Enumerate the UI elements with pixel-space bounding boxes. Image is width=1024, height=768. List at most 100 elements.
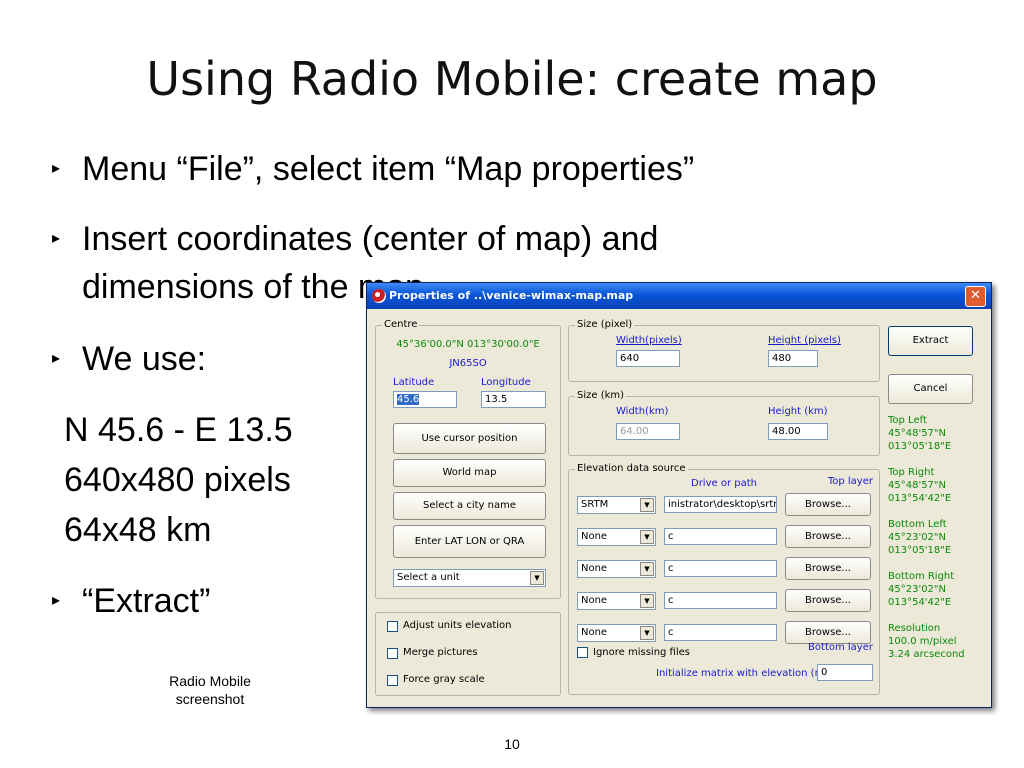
browse-button[interactable]: Browse... (785, 557, 871, 580)
height-pixels-label: Height (pixels) (768, 335, 841, 346)
latitude-input[interactable]: 45.6 (393, 391, 457, 408)
size-km-group: Size (km) Width(km) Height (km) 64.00 48… (568, 390, 880, 456)
corner-label: Bottom Right (888, 571, 955, 582)
resolution-info: Resolution 100.0 m/pixel 3.24 arcsecond (888, 622, 965, 661)
bullet-menu-file: ▸ Menu “File”, select item “Map properti… (52, 146, 695, 192)
width-pixels-input[interactable]: 640 (616, 350, 680, 367)
ignore-missing-files-checkbox[interactable] (577, 647, 588, 658)
corner-label: Bottom Left (888, 519, 947, 530)
select-unit-value: Select a unit (397, 572, 460, 583)
ignore-missing-files-label: Ignore missing files (593, 647, 690, 658)
elevation-source-dropdown[interactable]: None ▼ (577, 560, 656, 578)
browse-button[interactable]: Browse... (785, 525, 871, 548)
elevation-path-input[interactable]: c (664, 592, 777, 609)
elevation-path-input[interactable]: c (664, 624, 777, 641)
size-pixel-group: Size (pixel) Width(pixels) Height (pixel… (568, 319, 880, 382)
value-pixels: 640x480 pixels (64, 461, 291, 499)
bullet-marker-icon: ▸ (52, 592, 61, 609)
resolution-meters: 100.0 m/pixel (888, 636, 957, 647)
select-unit-dropdown[interactable]: Select a unit ▼ (393, 569, 546, 587)
corner-lon: 013°05'18"E (888, 441, 952, 452)
bullet-text: Menu “File”, select item “Map properties… (82, 150, 695, 188)
bottom-left-corner-info: Bottom Left 45°23'02"N 013°05'18"E (888, 518, 951, 557)
bullet-text: Insert coordinates (center of map) and (82, 220, 659, 258)
adjust-units-elevation-checkbox[interactable] (387, 621, 398, 632)
bullet-text: “Extract” (82, 582, 211, 620)
browse-button[interactable]: Browse... (785, 621, 871, 644)
corner-lat: 45°48'57"N (888, 428, 947, 439)
screenshot-caption: Radio Mobile screenshot (150, 672, 270, 708)
browse-button[interactable]: Browse... (785, 493, 871, 516)
resolution-label: Resolution (888, 623, 941, 634)
elevation-source-value: None (581, 595, 608, 606)
centre-group: Centre 45°36'00.0"N 013°30'00.0"E JN65SO… (375, 319, 561, 599)
corner-lat: 45°23'02"N (888, 584, 947, 595)
top-right-corner-info: Top Right 45°48'57"N 013°54'42"E (888, 466, 951, 505)
corner-lon: 013°05'18"E (888, 545, 952, 556)
height-km-input[interactable]: 48.00 (768, 423, 828, 440)
chevron-down-icon[interactable]: ▼ (640, 530, 654, 544)
elevation-path-input[interactable]: inistrator\desktop\srtm (664, 496, 777, 513)
elevation-source-dropdown[interactable]: SRTM ▼ (577, 496, 656, 514)
page-number: 10 (504, 736, 520, 752)
chevron-down-icon[interactable]: ▼ (640, 498, 654, 512)
browse-button[interactable]: Browse... (785, 589, 871, 612)
elevation-source-value: None (581, 531, 608, 542)
bullet-we-use: ▸ We use: (52, 336, 207, 382)
merge-pictures-label: Merge pictures (403, 647, 478, 658)
chevron-down-icon[interactable]: ▼ (530, 571, 544, 585)
chevron-down-icon[interactable]: ▼ (640, 594, 654, 608)
close-button[interactable]: ✕ (965, 286, 986, 307)
elevation-path-input[interactable]: c (664, 560, 777, 577)
elevation-source-value: SRTM (581, 499, 609, 510)
latitude-label: Latitude (393, 377, 435, 388)
bottom-layer-label: Bottom layer (808, 642, 873, 653)
size-km-legend: Size (km) (575, 390, 627, 401)
elevation-path-input[interactable]: c (664, 528, 777, 545)
bullet-text: We use: (82, 340, 207, 378)
elevation-source-dropdown[interactable]: None ▼ (577, 528, 656, 546)
init-elevation-input[interactable]: 0 (817, 664, 873, 681)
height-pixels-input[interactable]: 480 (768, 350, 818, 367)
drive-or-path-label: Drive or path (691, 478, 757, 489)
extract-button[interactable]: Extract (888, 326, 973, 356)
width-pixels-label: Width(pixels) (616, 335, 682, 346)
bottom-right-corner-info: Bottom Right 45°23'02"N 013°54'42"E (888, 570, 954, 609)
map-properties-dialog: Properties of ..\venice-wimax-map.map ✕ … (366, 282, 992, 708)
elevation-legend: Elevation data source (575, 463, 688, 474)
elevation-source-value: None (581, 563, 608, 574)
centre-legend: Centre (382, 319, 420, 330)
force-gray-scale-checkbox[interactable] (387, 675, 398, 686)
elevation-source-dropdown[interactable]: None ▼ (577, 624, 656, 642)
chevron-down-icon[interactable]: ▼ (640, 626, 654, 640)
value-km: 64x48 km (64, 511, 212, 549)
longitude-label: Longitude (481, 377, 531, 388)
elevation-source-dropdown[interactable]: None ▼ (577, 592, 656, 610)
select-city-button[interactable]: Select a city name (393, 492, 546, 520)
corner-label: Top Left (888, 415, 927, 426)
centre-qra: JN65SO (449, 358, 487, 369)
height-km-label: Height (km) (768, 406, 828, 417)
enter-lat-lon-qra-button[interactable]: Enter LAT LON or QRA (393, 525, 546, 558)
top-left-corner-info: Top Left 45°48'57"N 013°05'18"E (888, 414, 951, 453)
corner-lat: 45°23'02"N (888, 532, 947, 543)
width-km-input[interactable]: 64.00 (616, 423, 680, 440)
adjust-units-elevation-label: Adjust units elevation (403, 620, 512, 631)
width-km-label: Width(km) (616, 406, 669, 417)
size-pixel-legend: Size (pixel) (575, 319, 635, 330)
cancel-button[interactable]: Cancel (888, 374, 973, 404)
caption-line: screenshot (175, 691, 245, 707)
world-map-button[interactable]: World map (393, 459, 546, 487)
latitude-value: 45.6 (397, 394, 420, 405)
options-group: Adjust units elevation Merge pictures Fo… (375, 612, 561, 696)
top-layer-label: Top layer (827, 476, 873, 487)
use-cursor-position-button[interactable]: Use cursor position (393, 423, 546, 454)
merge-pictures-checkbox[interactable] (387, 648, 398, 659)
chevron-down-icon[interactable]: ▼ (640, 562, 654, 576)
radio-mobile-app-icon (372, 289, 386, 303)
bullet-marker-icon: ▸ (52, 230, 61, 247)
dialog-titlebar[interactable]: Properties of ..\venice-wimax-map.map ✕ (367, 283, 991, 309)
longitude-input[interactable]: 13.5 (481, 391, 546, 408)
init-elevation-label: Initialize matrix with elevation (m) (656, 668, 829, 679)
elevation-source-value: None (581, 627, 608, 638)
